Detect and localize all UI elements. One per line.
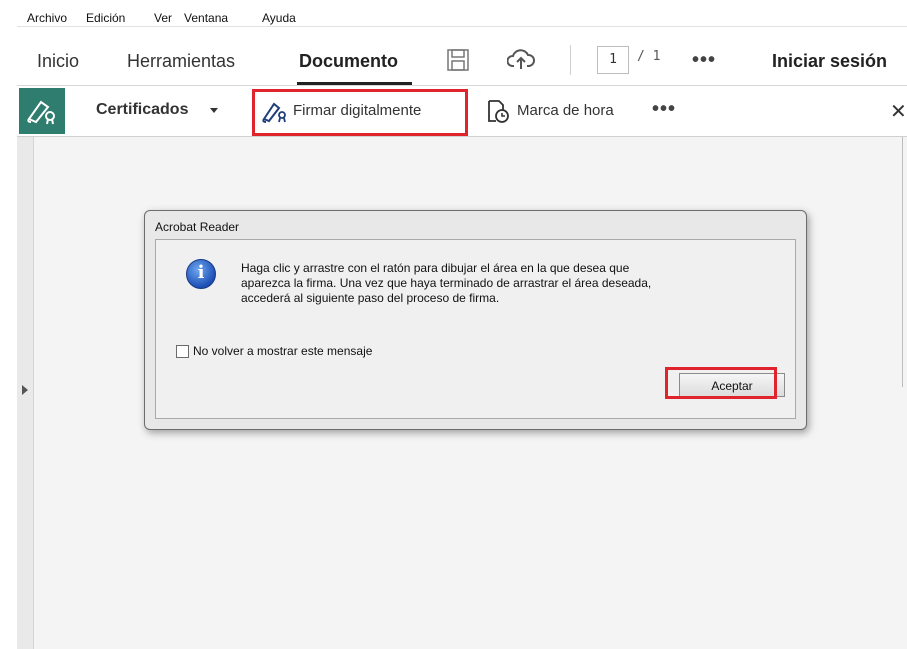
menu-ver[interactable]: Ver xyxy=(154,11,172,25)
fill-sign-tool-icon[interactable] xyxy=(19,88,65,134)
more-options-button[interactable]: ••• xyxy=(692,49,716,72)
menu-archivo[interactable]: Archivo xyxy=(27,11,67,25)
dialog-message-line: accederá al siguiente paso del proceso d… xyxy=(241,291,500,305)
chevron-down-icon[interactable] xyxy=(210,108,218,113)
page-total: / 1 xyxy=(637,49,661,64)
menu-ventana[interactable]: Ventana xyxy=(184,11,228,25)
dialog-title: Acrobat Reader xyxy=(155,220,240,234)
timestamp-icon[interactable] xyxy=(485,98,511,124)
dialog-message-line: aparezca la firma. Una vez que haya term… xyxy=(241,276,652,290)
expand-arrow-icon[interactable] xyxy=(22,385,28,395)
menu-edicion[interactable]: Edición xyxy=(86,11,125,25)
tab-herramientas[interactable]: Herramientas xyxy=(127,51,235,72)
dont-show-again-label: No volver a mostrar este mensaje xyxy=(193,344,373,358)
active-tab-indicator xyxy=(297,82,412,85)
aceptar-highlight-box xyxy=(665,367,777,399)
certificados-menu[interactable]: Certificados xyxy=(96,101,188,119)
dont-show-again-checkbox[interactable] xyxy=(176,345,189,358)
firmar-highlight-box xyxy=(252,89,468,136)
tab-inicio[interactable]: Inicio xyxy=(37,51,79,72)
menu-bar: Archivo Edición Ver Ventana Ayuda xyxy=(17,0,907,27)
info-icon: i xyxy=(186,259,216,289)
page-number-input[interactable]: 1 xyxy=(597,46,629,74)
dialog-message: Haga clic y arrastre con el ratón para d… xyxy=(241,261,761,306)
close-icon[interactable]: ✕ xyxy=(890,99,907,124)
marca-de-hora-button[interactable]: Marca de hora xyxy=(517,102,614,119)
toolbar-separator xyxy=(570,45,571,75)
dialog-message-line: Haga clic y arrastre con el ratón para d… xyxy=(241,261,630,275)
cloud-upload-icon[interactable] xyxy=(506,47,535,73)
main-tab-bar: Inicio Herramientas Documento 1 / 1 ••• … xyxy=(17,27,907,86)
tab-documento[interactable]: Documento xyxy=(299,51,398,72)
right-panel-edge xyxy=(902,137,903,387)
sign-in-link[interactable]: Iniciar sesión xyxy=(772,51,887,72)
tool-more-button[interactable]: ••• xyxy=(652,98,676,121)
save-icon[interactable] xyxy=(445,47,471,73)
menu-ayuda[interactable]: Ayuda xyxy=(262,11,296,25)
